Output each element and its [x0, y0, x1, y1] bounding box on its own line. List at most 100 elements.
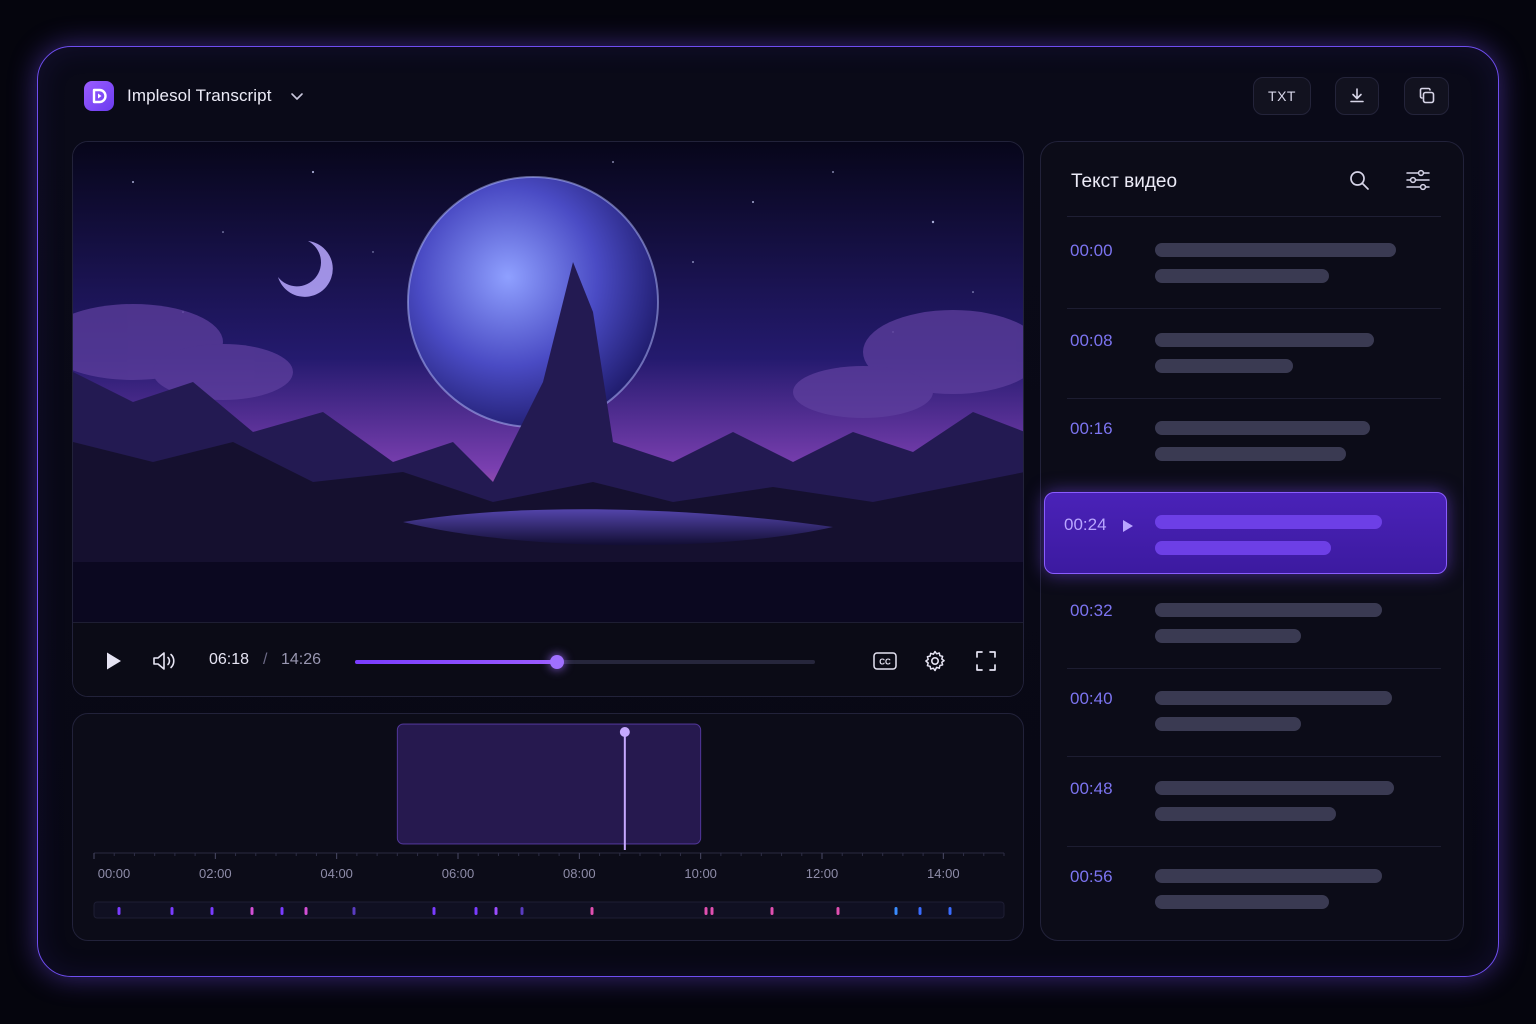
player-controls: 06:18 / 14:26 CC: [73, 622, 1023, 696]
segment-timestamp[interactable]: 00:00: [1070, 241, 1113, 261]
segment-text-placeholder: [1155, 541, 1331, 555]
transcript-segment[interactable]: 00:40: [1067, 680, 1441, 760]
timeline-tick-label: 02:00: [199, 866, 232, 881]
svg-text:CC: CC: [879, 658, 891, 667]
timeline-ruler-ticks: [93, 853, 1005, 859]
current-time: 06:18: [209, 651, 250, 668]
divider: [1067, 216, 1441, 217]
event-marker[interactable]: [704, 907, 708, 915]
segment-text-placeholder: [1155, 895, 1329, 909]
segment-timestamp[interactable]: 00:24: [1064, 515, 1107, 535]
transcript-segment[interactable]: 00:08: [1067, 322, 1441, 402]
video-player: 06:18 / 14:26 CC: [72, 141, 1024, 697]
transcript-segment[interactable]: 00:48: [1067, 770, 1441, 850]
event-marker[interactable]: [304, 907, 308, 915]
event-marker[interactable]: [117, 907, 121, 915]
event-marker[interactable]: [590, 907, 594, 915]
segment-timestamp[interactable]: 00:40: [1070, 689, 1113, 709]
event-marker[interactable]: [894, 907, 898, 915]
timeline-tick-label: 00:00: [97, 866, 131, 881]
segment-text-placeholder: [1155, 629, 1301, 643]
event-marker[interactable]: [836, 907, 840, 915]
event-marker[interactable]: [710, 907, 714, 915]
seek-handle[interactable]: [550, 655, 565, 669]
event-marker[interactable]: [170, 907, 174, 915]
download-button[interactable]: [1335, 77, 1379, 115]
app-title: Implesol Transcript: [127, 86, 272, 105]
timeline-tick-label: 06:00: [441, 866, 475, 881]
segment-timestamp[interactable]: 00:16: [1070, 419, 1113, 439]
search-icon: [1347, 168, 1373, 192]
transcript-filter-button[interactable]: [1405, 168, 1431, 194]
segment-text-placeholder: [1155, 359, 1293, 373]
transcript-panel: Текст видео 00:00 00:08 00:16 00:24 00:32 00:…: [1040, 141, 1464, 941]
download-icon: [1347, 86, 1367, 106]
timeline-tick-label: 14:00: [927, 866, 960, 881]
segment-timestamp[interactable]: 00:32: [1070, 601, 1113, 621]
transcript-segment[interactable]: 00:56: [1067, 858, 1441, 938]
captions-button[interactable]: CC: [871, 647, 899, 675]
export-txt-button[interactable]: TXT: [1253, 77, 1311, 115]
seek-bar[interactable]: [355, 655, 815, 669]
playhead-handle[interactable]: [619, 727, 630, 737]
export-txt-label: TXT: [1268, 88, 1296, 104]
app-switcher[interactable]: Implesol Transcript: [84, 80, 305, 112]
total-time: 14:26: [281, 651, 322, 668]
event-marker[interactable]: [210, 907, 214, 915]
divider: [1067, 668, 1441, 669]
event-marker[interactable]: [770, 907, 774, 915]
event-marker[interactable]: [432, 907, 436, 915]
segment-text-placeholder: [1155, 603, 1382, 617]
cc-icon: CC: [872, 650, 898, 672]
transcript-title: Текст видео: [1071, 171, 1178, 192]
copy-button[interactable]: [1404, 77, 1449, 115]
event-marker[interactable]: [948, 907, 952, 915]
time-separator: /: [263, 651, 268, 668]
segment-text-placeholder: [1155, 447, 1346, 461]
divider: [1067, 846, 1441, 847]
event-marker[interactable]: [280, 907, 284, 915]
event-marker[interactable]: [520, 907, 524, 915]
segment-text-placeholder: [1155, 717, 1301, 731]
transcript-segment[interactable]: 00:00: [1067, 232, 1441, 312]
segment-timestamp[interactable]: 00:56: [1070, 867, 1113, 887]
timeline-tick-label: 12:00: [805, 866, 839, 881]
waveform[interactable]: [73, 714, 1024, 941]
chevron-down-icon: [289, 88, 305, 104]
segment-timestamp[interactable]: 00:08: [1070, 331, 1113, 351]
segment-text-placeholder: [1155, 269, 1329, 283]
timeline-tick-label: 10:00: [684, 866, 717, 881]
settings-button[interactable]: [921, 647, 949, 675]
waveform-selection[interactable]: [396, 723, 702, 845]
event-marker[interactable]: [918, 907, 922, 915]
timeline-tick-label: 04:00: [320, 866, 353, 881]
fullscreen-icon: [975, 650, 997, 672]
transcript-segment[interactable]: 00:32: [1067, 592, 1441, 672]
event-marker[interactable]: [352, 907, 356, 915]
fullscreen-button[interactable]: [972, 647, 1000, 675]
play-button[interactable]: [99, 647, 127, 675]
markers-track: [93, 901, 1005, 919]
video-frame[interactable]: [73, 142, 1024, 622]
event-marker[interactable]: [250, 907, 254, 915]
transcript-search-button[interactable]: [1347, 168, 1373, 194]
app-logo-icon: [84, 81, 114, 111]
segment-text-placeholder: [1155, 515, 1382, 529]
sliders-icon: [1405, 168, 1431, 192]
waveform-timeline: 00:00 02:00 04:00 06:00 08:00 10:00 12:00 14:00: [72, 713, 1024, 941]
play-icon: [1122, 519, 1134, 538]
divider: [1067, 398, 1441, 399]
event-marker[interactable]: [494, 907, 498, 915]
transcript-segment[interactable]: 00:16: [1067, 410, 1441, 490]
divider: [1067, 756, 1441, 757]
copy-icon: [1417, 86, 1437, 106]
segment-text-placeholder: [1155, 691, 1392, 705]
segment-text-placeholder: [1155, 781, 1394, 795]
event-marker[interactable]: [474, 907, 478, 915]
volume-button[interactable]: [149, 647, 179, 675]
segment-timestamp[interactable]: 00:48: [1070, 779, 1113, 799]
gear-icon: [923, 649, 947, 673]
transcript-segment-active[interactable]: 00:24: [1044, 492, 1447, 574]
segment-text-placeholder: [1155, 243, 1396, 257]
segment-text-placeholder: [1155, 333, 1374, 347]
